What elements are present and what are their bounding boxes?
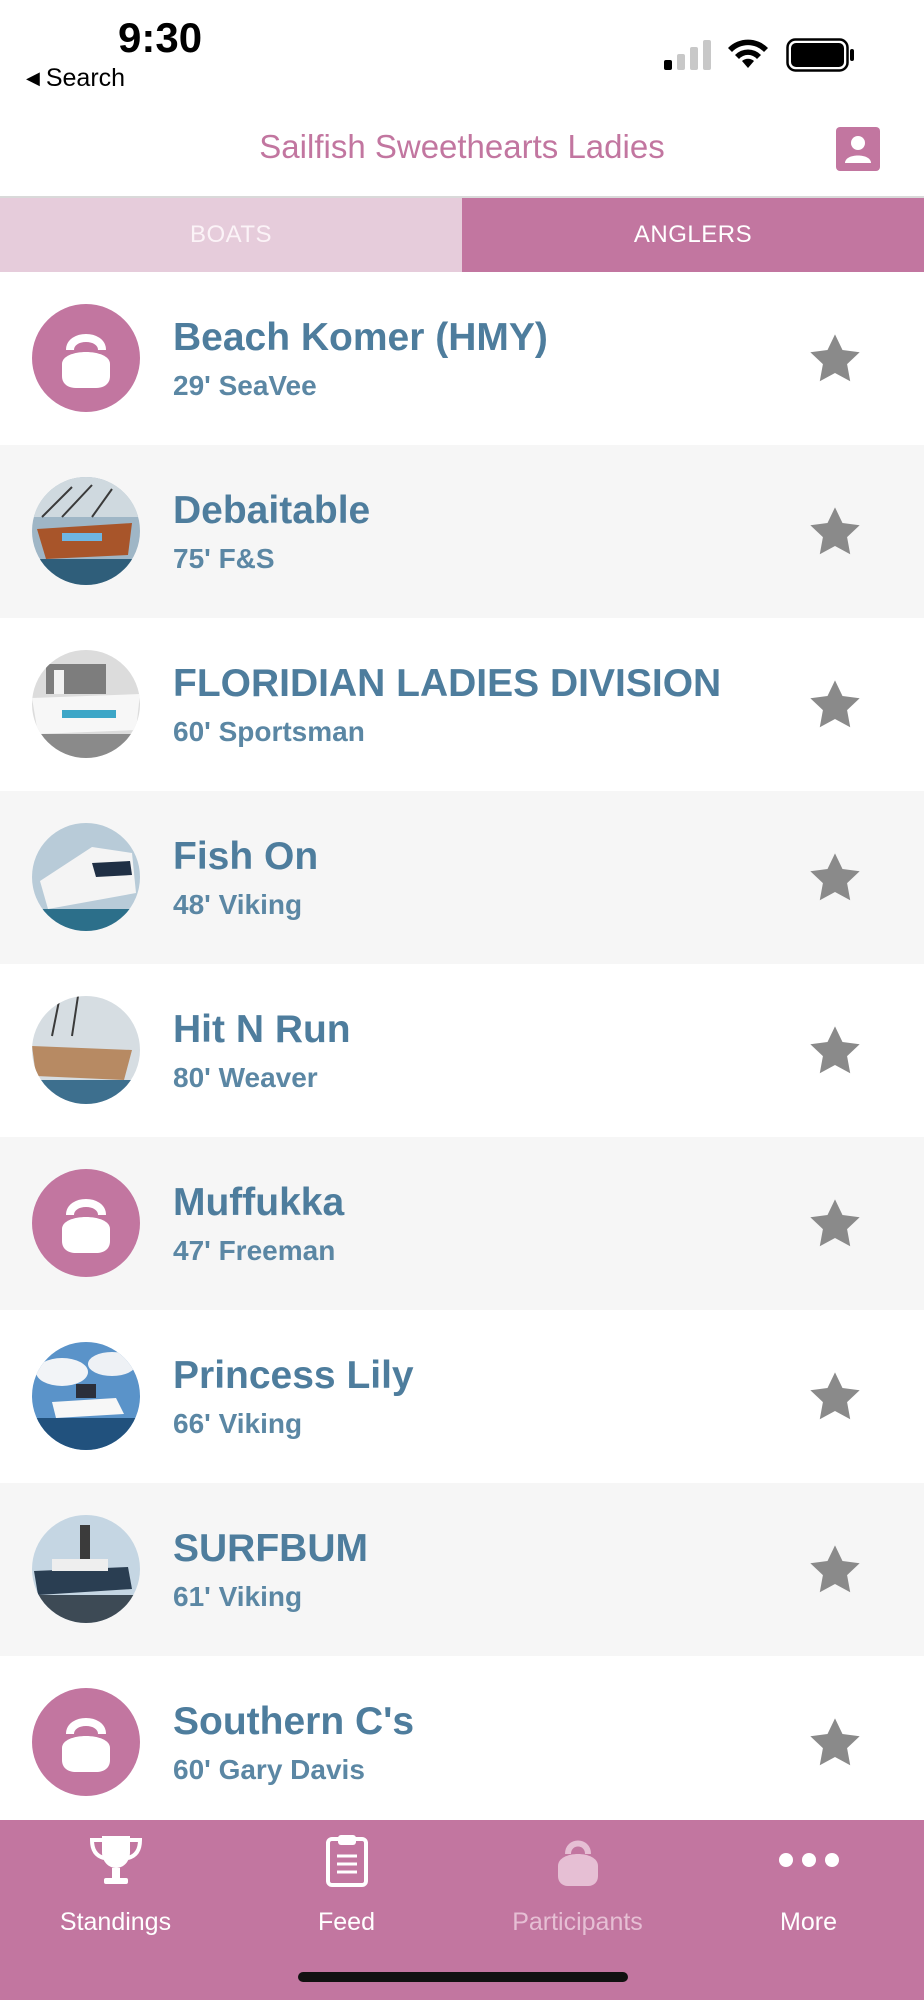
segment-boats[interactable]: BOATS [0,198,462,272]
trophy-icon [89,1836,142,1884]
boat-description: 29' SeaVee [173,370,317,401]
boat-name: SURFBUM [173,1527,368,1570]
wifi-icon [728,39,768,68]
boat-photo [32,1515,140,1623]
more-dots-icon [778,1853,839,1867]
boat-name: Beach Komer (HMY) [173,316,548,359]
navigation-bar: Sailfish Sweethearts Ladies [0,100,924,198]
boat-name: Debaitable [173,489,371,532]
favorite-star-icon[interactable] [806,330,864,388]
tab-more[interactable]: More [693,1820,924,1950]
clipboard-icon [325,1835,368,1887]
profile-button[interactable] [836,127,880,171]
kettlebell-icon [62,1199,110,1253]
favorite-star-icon[interactable] [806,1714,864,1772]
battery-icon [786,38,854,72]
boat-description: 75' F&S [173,543,275,574]
back-label: Search [45,64,126,92]
boat-description: 47' Freeman [173,1235,336,1266]
boat-row[interactable]: Southern C's 60' Gary Davis [0,1656,924,1829]
boat-name: Southern C's [173,1700,415,1743]
tab-standings[interactable]: Standings [0,1820,231,1950]
boat-photo-image [32,1515,140,1623]
boat-photo [32,650,140,758]
boat-description: 60' Sportsman [173,716,365,747]
boat-avatar [32,304,140,412]
boat-list: Beach Komer (HMY) 29' SeaVee Debaitable … [0,272,924,1829]
boat-photo [32,477,140,585]
boat-name: Muffukka [173,1181,345,1224]
segmented-control: BOATS ANGLERS [0,198,924,272]
favorite-star-icon[interactable] [806,503,864,561]
boat-avatar [32,1688,140,1796]
tab-feed[interactable]: Feed [231,1820,462,1950]
boat-photo-image [32,650,140,758]
boat-row[interactable]: Muffukka 47' Freeman [0,1137,924,1310]
favorite-star-icon[interactable] [806,849,864,907]
boat-description: 66' Viking [173,1408,303,1439]
back-triangle-icon: ◀ [26,68,40,88]
boat-row[interactable]: Beach Komer (HMY) 29' SeaVee [0,272,924,445]
kettlebell-icon [62,334,110,388]
boat-photo-image [32,477,140,585]
favorite-star-icon[interactable] [806,1541,864,1599]
boat-name: Princess Lily [173,1354,414,1397]
boat-photo [32,996,140,1104]
boat-row[interactable]: Princess Lily 66' Viking [0,1310,924,1483]
home-indicator [298,1972,628,1982]
boat-name: FLORIDIAN LADIES DIVISION [173,662,722,705]
boat-photo [32,823,140,931]
boat-row[interactable]: Debaitable 75' F&S [0,445,924,618]
status-time: 9:30 [118,14,203,61]
boat-row[interactable]: Fish On 48' Viking [0,791,924,964]
tab-label: Standings [59,1908,172,1936]
boat-row[interactable]: FLORIDIAN LADIES DIVISION 60' Sportsman [0,618,924,791]
boat-photo-image [32,1342,140,1450]
tab-label: Feed [318,1908,375,1936]
favorite-star-icon[interactable] [806,1368,864,1426]
segment-anglers[interactable]: ANGLERS [462,198,924,272]
favorite-star-icon[interactable] [806,676,864,734]
status-bar: 9:30 ◀ Search [0,0,924,100]
boat-description: 80' Weaver [173,1062,318,1093]
page-title: Sailfish Sweethearts Ladies [259,128,665,165]
boat-photo [32,1342,140,1450]
boat-photo-image [32,996,140,1104]
boat-avatar [32,1169,140,1277]
boat-row[interactable]: Hit N Run 80' Weaver [0,964,924,1137]
cellular-signal-icon [664,40,711,70]
favorite-star-icon[interactable] [806,1195,864,1253]
kettlebell-icon [62,1718,110,1772]
tab-label: Participants [512,1908,643,1936]
boat-description: 48' Viking [173,889,303,920]
boat-name: Hit N Run [173,1008,351,1051]
favorite-star-icon[interactable] [806,1022,864,1080]
boat-description: 60' Gary Davis [173,1754,365,1785]
boat-row[interactable]: SURFBUM 61' Viking [0,1483,924,1656]
kettlebell-icon [557,1840,598,1886]
back-to-search-button[interactable]: ◀ Search [26,64,125,93]
boat-name: Fish On [173,835,319,878]
boat-photo-image [32,823,140,931]
person-icon [845,136,871,163]
tab-participants[interactable]: Participants [462,1820,693,1950]
tab-label: More [780,1908,837,1936]
boat-description: 61' Viking [173,1581,303,1612]
